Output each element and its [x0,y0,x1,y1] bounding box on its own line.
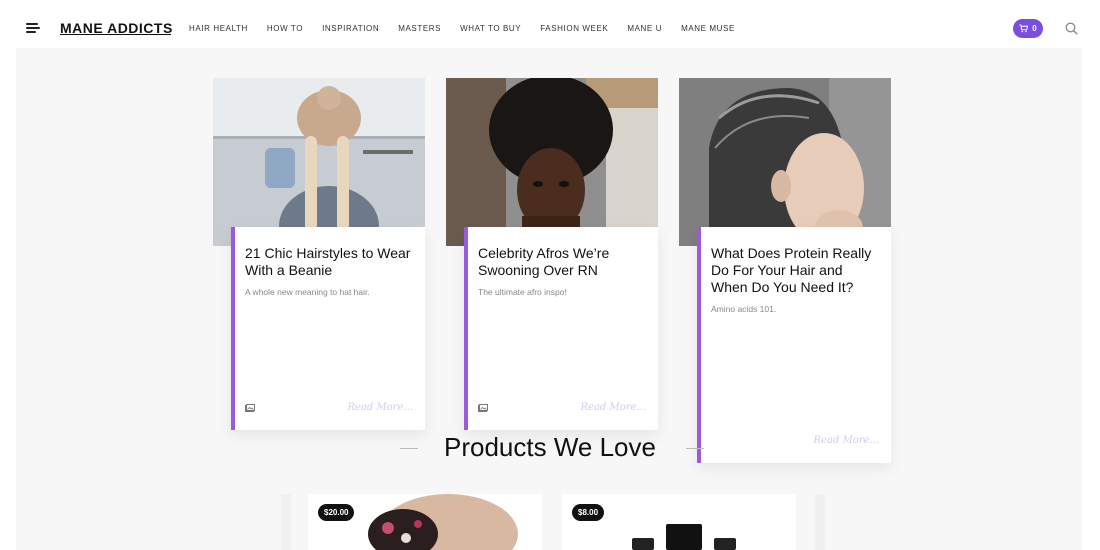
nav-mane-u[interactable]: MANE U [627,24,662,33]
article-subtitle: A whole new meaning to hat hair. [245,287,370,297]
article-title[interactable]: What Does Protein Really Do For Your Hai… [701,227,891,296]
product-image[interactable] [562,494,796,550]
article-subtitle: Amino acids 101. [711,304,777,314]
search-icon[interactable] [1065,22,1078,35]
cart-icon [1019,24,1029,33]
heading-dash-right [686,448,704,449]
article-image[interactable] [446,78,658,246]
gallery-icon [478,404,488,412]
product-card[interactable]: $20.00 [308,494,542,550]
article-body: Celebrity Afros We’re Swooning Over RN T… [464,227,658,430]
price-badge: $20.00 [318,504,355,521]
article-body: 21 Chic Hairstyles to Wear With a Beanie… [231,227,425,430]
nav-mane-muse[interactable]: MANE MUSE [681,24,735,33]
read-more-link[interactable]: Read More... [581,402,646,413]
price-badge: $8.00 [572,504,605,521]
nav-inspiration[interactable]: INSPIRATION [322,24,379,33]
article-title[interactable]: 21 Chic Hairstyles to Wear With a Beanie [235,227,425,279]
product-card-edge [281,494,291,550]
cart-button[interactable]: 0 [1013,19,1043,38]
article-image[interactable] [213,78,425,246]
cart-count: 0 [1032,24,1037,33]
section-title: Products We Love [444,432,656,462]
nav-what-to-buy[interactable]: WHAT TO BUY [460,24,521,33]
article-subtitle: The ultimate afro inspo! [478,287,567,297]
article-body: What Does Protein Really Do For Your Hai… [697,227,891,463]
nav-how-to[interactable]: HOW TO [267,24,303,33]
product-card-edge [815,494,825,550]
main-nav: HAIR HEALTH HOW TO INSPIRATION MASTERS W… [189,24,754,33]
nav-hair-health[interactable]: HAIR HEALTH [189,24,248,33]
product-carousel: $20.00 $8.00 [281,494,825,550]
logo-underline [60,34,171,35]
product-image[interactable] [308,494,542,550]
menu-icon[interactable] [26,23,40,34]
product-card[interactable]: $8.00 [562,494,796,550]
nav-masters[interactable]: MASTERS [398,24,441,33]
gallery-icon [245,404,255,412]
article-image[interactable] [679,78,891,246]
article-title[interactable]: Celebrity Afros We’re Swooning Over RN [468,227,658,279]
read-more-link[interactable]: Read More... [348,402,413,413]
nav-fashion-week[interactable]: FASHION WEEK [540,24,608,33]
